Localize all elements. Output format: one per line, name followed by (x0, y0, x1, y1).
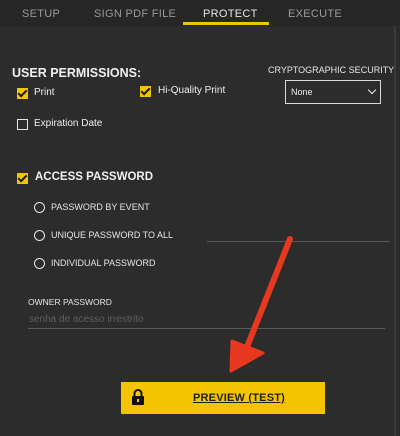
owner-password-input[interactable]: senha de acesso irrestrito (29, 314, 144, 325)
hiquality-print-checkbox[interactable] (140, 86, 151, 97)
preview-test-label: PREVIEW (TEST) (193, 392, 286, 404)
radio-individual-password[interactable] (34, 258, 45, 269)
expiration-date-label: Expiration Date (34, 118, 103, 129)
lock-icon (132, 389, 144, 405)
owner-password-underline (28, 328, 385, 329)
tab-setup[interactable]: SETUP (22, 0, 60, 26)
individual-password-label: INDIVIDUAL PASSWORD (51, 258, 156, 268)
tab-sign-pdf-file[interactable]: SIGN PDF FILE (94, 0, 176, 26)
active-tab-indicator (183, 22, 269, 25)
tab-execute[interactable]: EXECUTE (288, 0, 342, 26)
chevron-down-icon (367, 85, 377, 95)
unique-password-label: UNIQUE PASSWORD TO ALL (51, 230, 174, 240)
radio-password-by-event[interactable] (34, 202, 45, 213)
unique-password-field[interactable] (207, 241, 390, 242)
tab-bar: SETUP SIGN PDF FILE PROTECT EXECUTE (0, 0, 400, 26)
owner-password-label: OWNER PASSWORD (28, 297, 112, 307)
access-password-checkbox[interactable] (17, 173, 28, 184)
password-by-event-label: PASSWORD BY EVENT (51, 202, 150, 212)
crypto-security-value: None (291, 87, 313, 97)
print-label: Print (34, 87, 55, 98)
hiquality-print-label: Hi-Quality Print (158, 85, 226, 96)
access-password-title: ACCESS PASSWORD (35, 171, 153, 183)
radio-unique-password[interactable] (34, 230, 45, 241)
crypto-security-select[interactable]: None (285, 80, 381, 104)
user-permissions-title: USER PERMISSIONS: (12, 66, 142, 80)
print-checkbox[interactable] (17, 88, 28, 99)
preview-test-button[interactable]: PREVIEW (TEST) (121, 382, 325, 414)
crypto-security-label: CRYPTOGRAPHIC SECURITY (268, 65, 395, 75)
expiration-date-checkbox[interactable] (17, 119, 28, 130)
